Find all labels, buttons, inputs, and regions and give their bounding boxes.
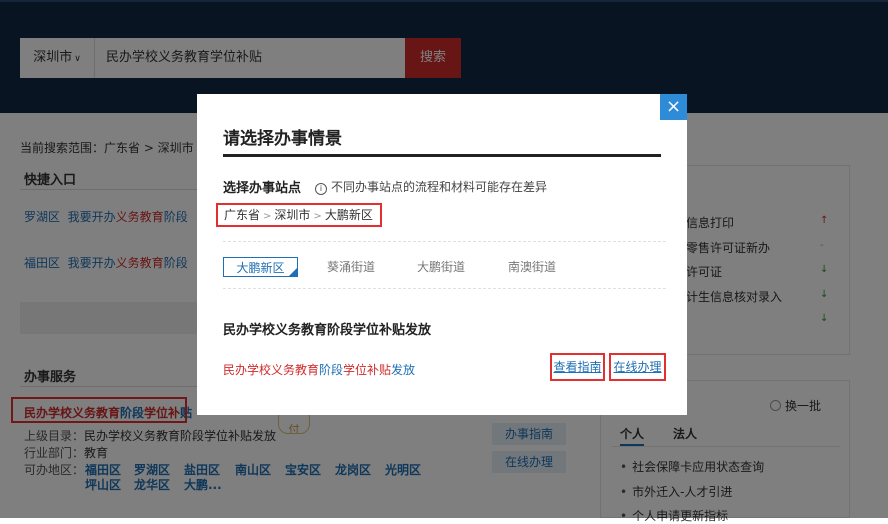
breadcrumb-separator: >	[313, 211, 322, 222]
station-tab[interactable]: 南澳街道	[508, 257, 556, 277]
section-title: 民办学校义务教育阶段学位补贴发放	[223, 323, 432, 338]
modal-title: 请选择办事情景	[223, 129, 342, 149]
breadcrumb-separator: >	[263, 211, 272, 222]
view-guide-button[interactable]: 查看指南	[550, 353, 605, 381]
station-info: i 不同办事站点的流程和材料可能存在差异	[315, 178, 547, 195]
station-tab-selected[interactable]: 大鹏新区	[223, 257, 298, 277]
modal-title-rule	[223, 154, 661, 157]
divider	[223, 241, 666, 242]
station-tab[interactable]: 葵涌街道	[327, 257, 375, 277]
breadcrumb-item[interactable]: 深圳市	[274, 208, 310, 222]
station-tab[interactable]: 大鹏街道	[417, 257, 465, 277]
online-handle-button[interactable]: 在线办理	[609, 353, 666, 381]
close-icon[interactable]: ×	[660, 94, 687, 120]
station-label: 选择办事站点	[223, 181, 302, 196]
service-item[interactable]: 民办学校义务教育阶段学位补贴发放	[223, 361, 415, 378]
breadcrumb: 广东省 > 深圳市 > 大鹏新区	[216, 203, 382, 227]
breadcrumb-item[interactable]: 大鹏新区	[325, 208, 373, 222]
info-icon: i	[315, 183, 327, 195]
divider	[223, 288, 666, 289]
breadcrumb-item[interactable]: 广东省	[224, 208, 260, 222]
